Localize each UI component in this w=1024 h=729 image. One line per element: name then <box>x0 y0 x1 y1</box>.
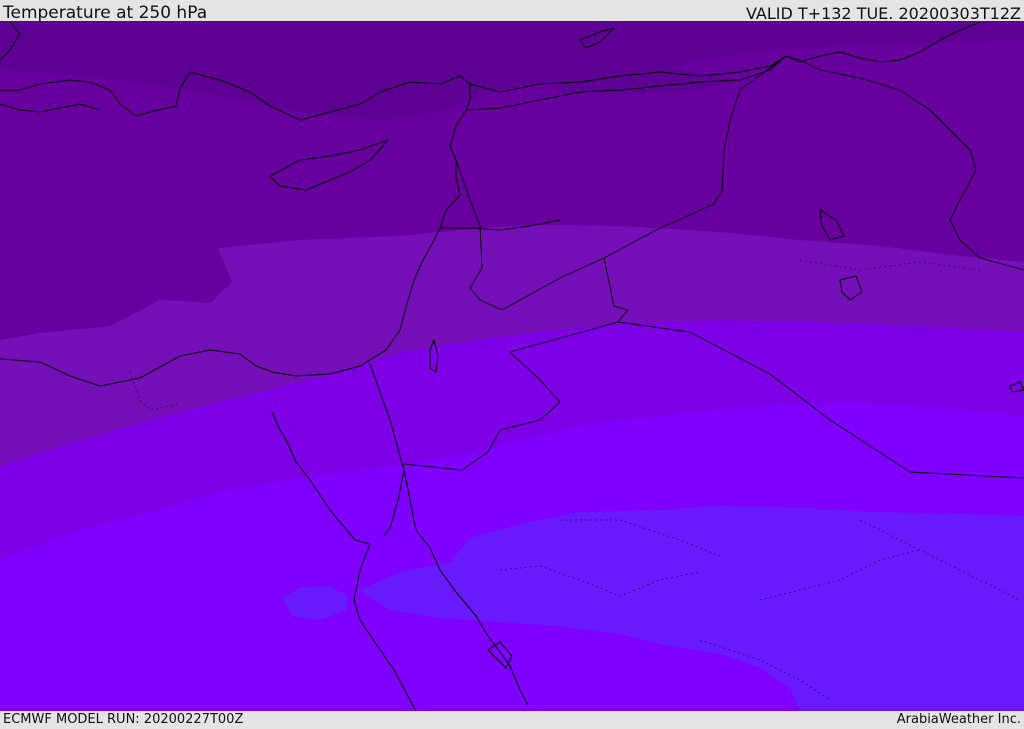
header-bar: Temperature at 250 hPa VALID T+132 TUE. … <box>0 0 1024 23</box>
temperature-map <box>0 21 1024 711</box>
footer-bar: ECMWF MODEL RUN: 20200227T00Z ArabiaWeat… <box>0 711 1024 729</box>
credit: ArabiaWeather Inc. <box>896 712 1021 727</box>
map-canvas <box>0 21 1024 711</box>
model-run: ECMWF MODEL RUN: 20200227T00Z <box>3 712 244 727</box>
